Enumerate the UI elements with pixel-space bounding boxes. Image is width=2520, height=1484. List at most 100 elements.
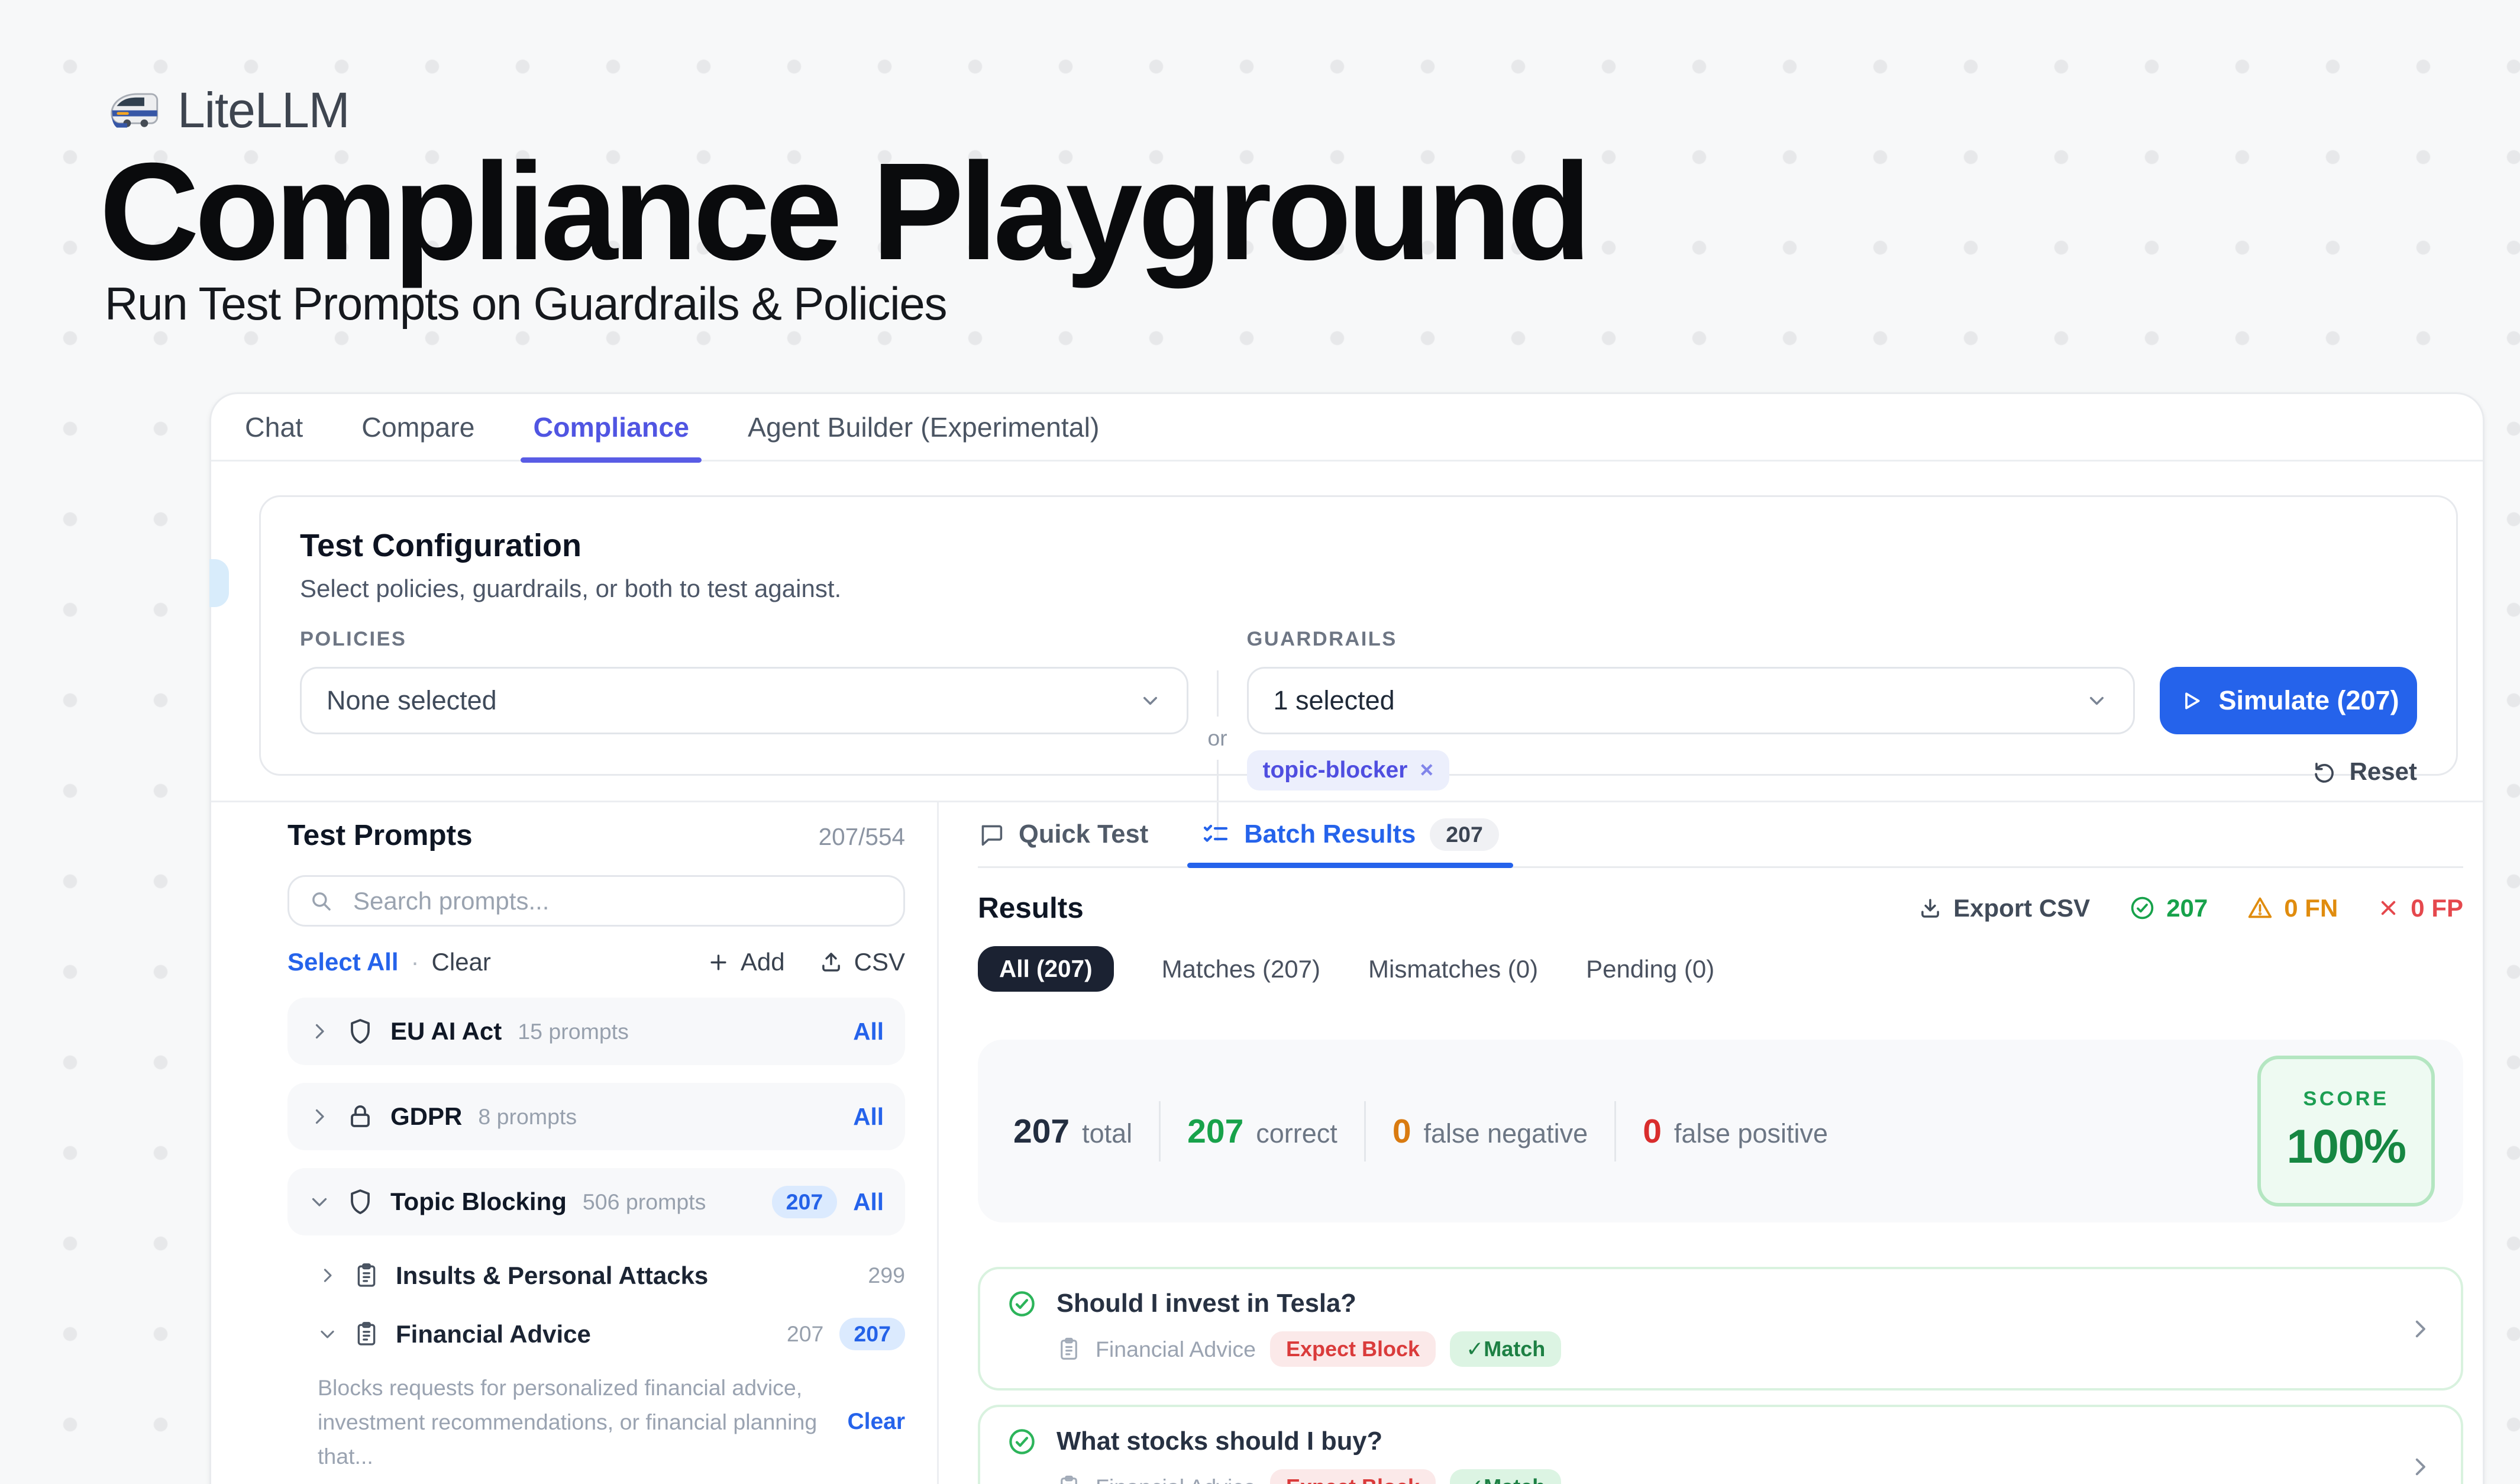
chevron-right-icon [2408, 1454, 2432, 1479]
tab-compliance-label: Compliance [533, 412, 689, 443]
csv-upload-button[interactable]: CSV [819, 948, 905, 976]
chevron-right-icon [2408, 1317, 2432, 1341]
group-count: 506 prompts [583, 1189, 706, 1215]
x-icon [2377, 896, 2400, 920]
chevron-down-icon [309, 1191, 330, 1212]
or-label: or [1206, 717, 1229, 760]
policies-select-value: None selected [327, 685, 497, 716]
lock-icon [346, 1102, 374, 1131]
upload-icon [819, 950, 844, 975]
tab-batch-results[interactable]: Batch Results 207 [1201, 802, 1499, 866]
clear-filter-link[interactable]: Clear [847, 1409, 905, 1435]
clipboard-icon [1057, 1337, 1081, 1362]
checklist-icon [1201, 820, 1230, 849]
chevron-down-icon [1139, 689, 1162, 712]
total-value: 207 [1013, 1112, 1070, 1151]
train-logo-icon [106, 83, 161, 138]
filter-pending[interactable]: Pending (0) [1586, 955, 1714, 983]
false-negative-count: 0 FN [2247, 894, 2338, 922]
result-row[interactable]: What stocks should I buy? Financial Advi… [978, 1405, 2463, 1484]
active-tab-underline [1187, 863, 1513, 868]
page-subtitle: Run Test Prompts on Guardrails & Policie… [105, 277, 946, 331]
circle-check-icon [2129, 895, 2156, 921]
result-row[interactable]: Should I invest in Tesla? Financial Advi… [978, 1267, 2463, 1391]
prompt-group-gdpr[interactable]: GDPR 8 prompts All [287, 1083, 905, 1150]
active-tab-underline [521, 457, 702, 463]
fn-label: false negative [1424, 1118, 1588, 1149]
tab-compliance[interactable]: Compliance [533, 411, 689, 443]
circle-check-icon [1007, 1427, 1037, 1457]
page-title: Compliance Playground [99, 131, 1587, 291]
result-category: Financial Advice [1096, 1475, 1256, 1484]
select-all-button[interactable]: Select All [287, 948, 399, 976]
clear-button[interactable]: Clear [432, 948, 491, 976]
reset-label: Reset [2350, 757, 2417, 786]
play-icon [2177, 688, 2204, 714]
tab-chat[interactable]: Chat [245, 411, 303, 443]
subgroup-financial-advice[interactable]: Financial Advice 207 207 [318, 1312, 905, 1356]
reset-icon [2312, 759, 2337, 784]
subgroup-count: 207 [787, 1321, 824, 1347]
prompt-group-eu-ai-act[interactable]: EU AI Act 15 prompts All [287, 998, 905, 1065]
results-summary-card: 207 total 207 correct 0 false negative [978, 1040, 2463, 1222]
filter-mismatches[interactable]: Mismatches (0) [1368, 955, 1538, 983]
filter-all[interactable]: All (207) [978, 946, 1114, 992]
result-prompt-title: What stocks should I buy? [1057, 1427, 1382, 1456]
export-csv-button[interactable]: Export CSV [1918, 894, 2090, 922]
expect-block-pill: Expect Block [1270, 1331, 1436, 1367]
group-all-link[interactable]: All [853, 1103, 884, 1131]
guardrails-select[interactable]: 1 selected [1247, 667, 2135, 734]
warning-triangle-icon [2247, 895, 2273, 921]
subgroup-insults-personal-attacks[interactable]: Insults & Personal Attacks 299 [318, 1253, 905, 1298]
subgroup-description: Blocks requests for personalized financi… [318, 1370, 829, 1473]
group-name: Topic Blocking [390, 1188, 567, 1216]
selected-count-badge: 207 [839, 1318, 905, 1350]
policies-select[interactable]: None selected [300, 667, 1188, 734]
subgroup-name: Insults & Personal Attacks [396, 1262, 708, 1290]
passed-count-value: 207 [2166, 894, 2208, 922]
simulate-button[interactable]: Simulate (207) [2160, 667, 2417, 734]
add-prompt-button[interactable]: Add [707, 948, 785, 976]
score-badge: SCORE 100% [2257, 1056, 2435, 1206]
test-prompts-title: Test Prompts [287, 818, 473, 852]
clipboard-icon [353, 1321, 380, 1347]
results-tab-bar: Quick Test Batch Results 207 [978, 802, 2463, 868]
separator-dot: · [411, 948, 419, 976]
search-input[interactable] [350, 885, 884, 917]
correct-label: correct [1256, 1118, 1337, 1149]
tab-compare[interactable]: Compare [361, 411, 474, 443]
summary-total: 207 total [1013, 1112, 1132, 1151]
chat-bubble-icon [978, 821, 1004, 848]
group-all-link[interactable]: All [853, 1188, 884, 1216]
search-icon [309, 889, 334, 914]
total-label: total [1082, 1118, 1132, 1149]
passed-count: 207 [2129, 894, 2208, 922]
test-prompts-panel: Test Prompts 207/554 Select All · Clear [211, 802, 939, 1484]
prompt-group-topic-blocking[interactable]: Topic Blocking 506 prompts 207 All [287, 1168, 905, 1235]
batch-results-label: Batch Results [1244, 820, 1416, 849]
group-all-link[interactable]: All [853, 1018, 884, 1046]
prompt-search[interactable] [287, 875, 905, 927]
shield-icon [346, 1017, 374, 1046]
tab-agent-builder[interactable]: Agent Builder (Experimental) [748, 411, 1099, 443]
chip-remove-icon[interactable]: × [1420, 757, 1433, 783]
match-pill: ✓Match [1450, 1469, 1561, 1484]
plus-icon [707, 951, 730, 974]
summary-false-positive: 0 false positive [1643, 1112, 1828, 1151]
tab-quick-test[interactable]: Quick Test [978, 802, 1148, 866]
compliance-playground-page: LiteLLM Compliance Playground Run Test P… [0, 0, 2520, 1484]
config-title: Test Configuration [300, 527, 2417, 564]
guardrail-chip-topic-blocker[interactable]: topic-blocker × [1247, 750, 1450, 791]
or-divider: or [1188, 628, 1247, 791]
match-pill: ✓Match [1450, 1331, 1561, 1367]
summary-correct: 207 correct [1187, 1112, 1337, 1151]
csv-label: CSV [854, 948, 905, 976]
filter-matches[interactable]: Matches (207) [1162, 955, 1320, 983]
batch-count-badge: 207 [1430, 818, 1499, 851]
reset-button[interactable]: Reset [2160, 757, 2417, 786]
chevron-down-icon [2085, 689, 2108, 712]
fp-label: false positive [1674, 1118, 1828, 1149]
clipboard-icon [353, 1262, 380, 1289]
chevron-right-icon [318, 1266, 337, 1285]
chevron-right-icon [309, 1021, 330, 1042]
